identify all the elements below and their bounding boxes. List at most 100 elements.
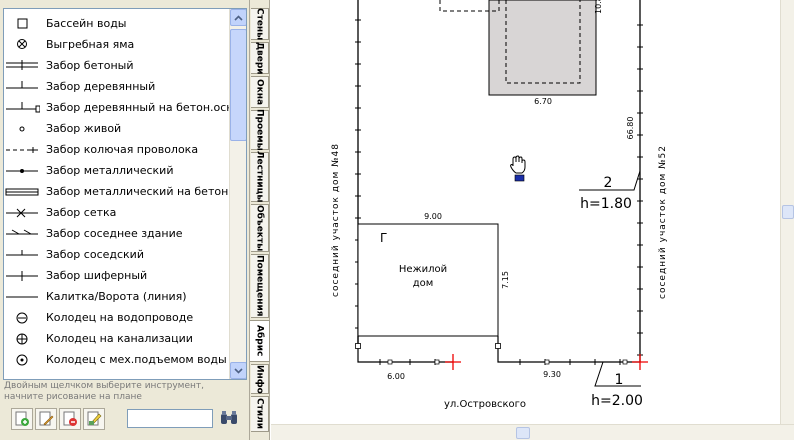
tab-2[interactable]: Окна [251, 76, 269, 108]
dim-bottom-right: 9.30 [543, 370, 561, 379]
edit-tool-button[interactable] [35, 408, 57, 430]
canvas-horizontal-scrollbar[interactable] [271, 424, 794, 440]
edit-icon [39, 411, 54, 426]
point-2-number: 2 [604, 175, 613, 191]
tool-item[interactable]: Колодец на канализации [4, 328, 230, 349]
add-tool-button[interactable] [11, 408, 33, 430]
metal-fence-concrete-icon [5, 188, 39, 196]
plan-canvas[interactable]: 6.70 10.89 9.00 7.15 Нежилой дом Г 6.00 … [271, 0, 780, 424]
canvas-vertical-scrollbar[interactable] [780, 0, 794, 424]
tab-9[interactable]: Стили [251, 396, 269, 432]
tool-item-label: Забор шиферный [46, 269, 148, 282]
neighbor-building-fence-icon [6, 229, 38, 235]
height-point-2[interactable]: 2 h=1.80 [579, 170, 641, 212]
canvas-hscroll-thumb[interactable] [516, 427, 530, 439]
slate-fence-icon [6, 271, 38, 281]
top-building[interactable] [439, 0, 597, 96]
scroll-up-button[interactable] [230, 9, 246, 26]
tab-5[interactable]: Объекты [251, 204, 269, 252]
wooden-fence-concrete-icon [6, 102, 40, 113]
tool-item[interactable]: Колодец на водопроводе [4, 307, 230, 328]
search-input[interactable] [127, 409, 213, 428]
tab-label: Объекты [254, 204, 265, 252]
hint-text: Двойным щелчком выберите инструмент, нач… [4, 381, 204, 402]
dim-building-height: 7.15 [501, 271, 510, 289]
tool-item[interactable]: Забор шиферный [4, 265, 230, 286]
dim-right-upper: 66.80 [626, 117, 635, 140]
barbed-wire-icon [6, 147, 38, 153]
tool-item[interactable]: Бассейн воды [4, 13, 230, 34]
tool-item[interactable]: Выгребная яма [4, 34, 230, 55]
building-mark: Г [380, 231, 387, 245]
tool-item[interactable]: Забор соседнее здание [4, 223, 230, 244]
tool-item-label: Забор соседский [46, 248, 144, 261]
tab-8[interactable]: Инфо [251, 364, 269, 394]
tab-3[interactable]: Проемы [251, 109, 269, 151]
tool-item-label: Забор сетка [46, 206, 117, 219]
dim-top-height: 10.89 [594, 0, 603, 14]
tool-item-label: Забор колючая проволока [46, 143, 199, 156]
tool-list-scrollbar[interactable] [229, 9, 246, 379]
tool-item-label: Забор живой [46, 122, 122, 135]
dim-top-width: 6.70 [534, 97, 552, 106]
tool-item[interactable]: Забор металлический на бетон.осн. [4, 181, 246, 202]
tool-item-label: Бассейн воды [46, 17, 127, 30]
tool-item[interactable]: Колодец с мех.подъемом воды [4, 349, 230, 370]
right-boundary[interactable] [637, 0, 643, 362]
binoculars-icon [221, 411, 237, 424]
tab-label: Стены [254, 7, 265, 41]
neighbor-fence-icon [6, 250, 38, 256]
tool-item[interactable]: Забор сетка [4, 202, 230, 223]
tab-0[interactable]: Стены [251, 8, 269, 40]
boundary-node[interactable] [544, 359, 550, 365]
tool-item-label: Забор соседнее здание [46, 227, 183, 240]
tool-item-label: Забор металлический [46, 164, 174, 177]
left-neighbor-label: соседний участок дом №48 [331, 143, 341, 297]
tab-label: Абрис [254, 325, 265, 357]
pump-well-icon [16, 354, 28, 366]
tool-item[interactable]: Забор живой [4, 118, 230, 139]
tool-item[interactable]: Калитка/Ворота (линия) [4, 286, 230, 307]
scroll-thumb[interactable] [230, 29, 246, 141]
vertical-tabs: Стены Двери Окна Проемы Лестницы Объекты Помещ… [250, 0, 270, 440]
delete-tool-button[interactable] [59, 408, 81, 430]
tool-item[interactable]: Забор колючая проволока [4, 139, 230, 160]
tool-item-label: Забор деревянный [46, 80, 156, 93]
cesspit-icon [17, 39, 27, 49]
tool-item[interactable]: Забор металлический [4, 160, 230, 181]
tool-item[interactable]: Забор деревянный [4, 76, 230, 97]
scroll-down-button[interactable] [230, 362, 246, 379]
corner-marker-left[interactable] [445, 354, 461, 370]
right-neighbor-label: соседний участок дом №52 [658, 145, 668, 299]
tool-panel: Бассейн воды Выгребная яма Забор бетоный За… [0, 0, 250, 440]
tab-7[interactable]: Абрис [250, 320, 270, 362]
tool-item-label: Забор бетоный [46, 59, 134, 72]
tab-6[interactable]: Помещения [251, 254, 269, 318]
hedge-icon [19, 126, 25, 132]
tool-item-label: Выгребная яма [46, 38, 135, 51]
tool-item[interactable]: Забор бетоный [4, 55, 230, 76]
boundary-node[interactable] [622, 359, 628, 365]
tab-label: Лестницы [254, 151, 265, 203]
concrete-fence-icon [6, 60, 38, 70]
point-2-height: h=1.80 [580, 196, 632, 212]
tab-label: Помещения [254, 255, 265, 317]
tab-label: Проемы [254, 109, 265, 151]
corner-marker-right[interactable] [632, 354, 648, 370]
tool-item[interactable]: Забор деревянный на бетон.осн. [4, 97, 237, 118]
tool-item-label: Колодец с мех.подъемом воды [46, 353, 227, 366]
tool-item[interactable]: Забор соседский [4, 244, 230, 265]
boundary-node[interactable] [387, 359, 393, 365]
boundary-node[interactable] [434, 359, 440, 365]
canvas-vscroll-thumb[interactable] [782, 205, 794, 219]
point-1-number: 1 [615, 372, 624, 388]
height-point-1[interactable]: 1 h=2.00 [591, 361, 643, 409]
search-button[interactable] [218, 407, 240, 429]
properties-tool-button[interactable] [83, 408, 105, 430]
properties-icon [87, 411, 102, 426]
tab-4[interactable]: Лестницы [251, 151, 269, 203]
building-label-2: дом [413, 278, 434, 289]
hand-cursor-icon [510, 155, 526, 182]
bottom-boundary[interactable] [355, 336, 641, 365]
tab-1[interactable]: Двери [251, 42, 269, 74]
